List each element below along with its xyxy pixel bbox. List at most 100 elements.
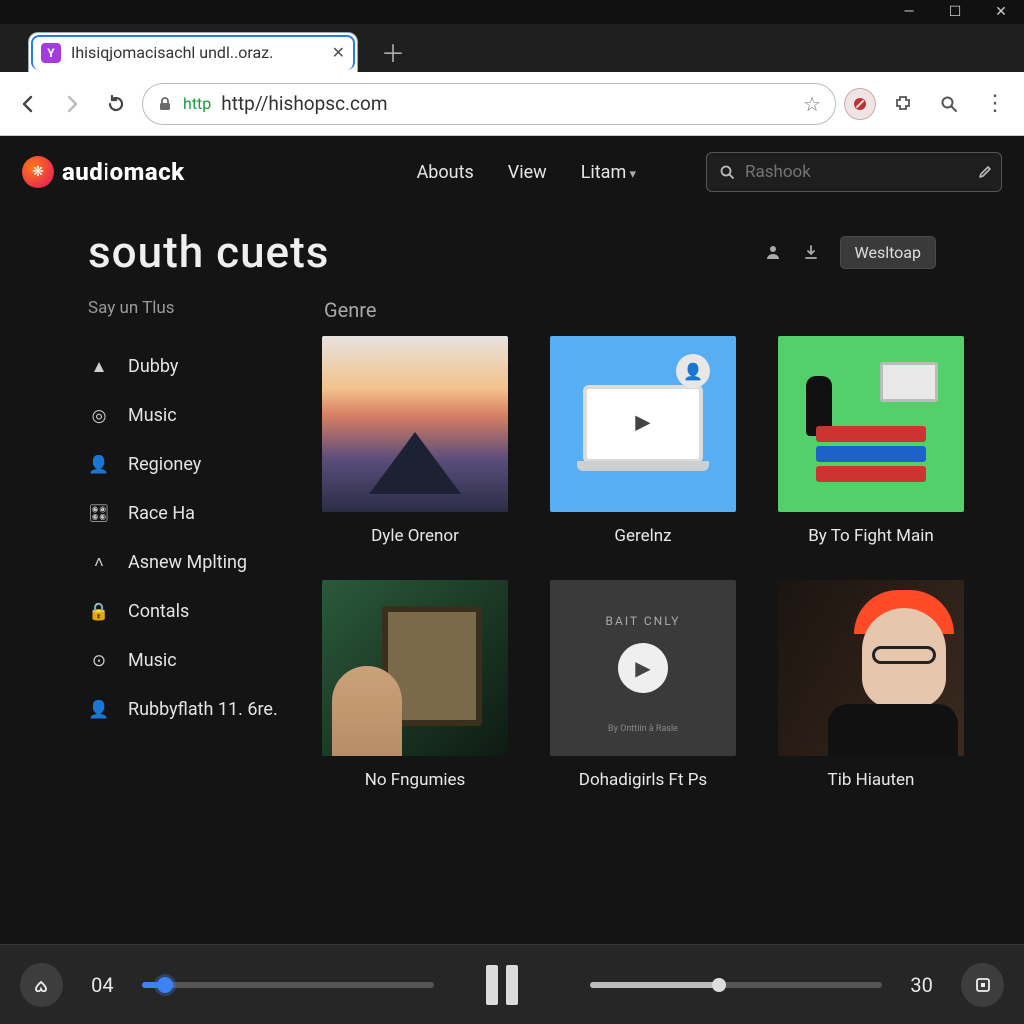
dot-circle-icon: ⊙: [88, 651, 110, 671]
page-actions: Wesltoap: [764, 236, 936, 269]
section-heading-genre: Genre: [324, 298, 1024, 322]
card-thumbnail: [322, 336, 508, 512]
card-dyle-orenor[interactable]: Dyle Orenor: [322, 336, 508, 546]
top-nav: Abouts View Litam: [417, 152, 1002, 192]
download-icon[interactable]: [802, 243, 820, 261]
nav-item-view[interactable]: View: [508, 162, 547, 183]
brand-logo[interactable]: ❋ audiomack: [22, 156, 185, 188]
card-caption: Gerelnz: [550, 526, 736, 546]
sidebar-item-music-1[interactable]: ◎ Music: [88, 391, 298, 440]
card-no-fngumies[interactable]: No Fngumies: [322, 580, 508, 790]
site-search[interactable]: [706, 152, 1002, 192]
url-input[interactable]: [221, 92, 793, 115]
toolbar-search-icon[interactable]: [930, 85, 968, 123]
person-icon: 👤: [88, 700, 110, 720]
play-icon[interactable]: ▶: [618, 397, 668, 447]
wesltoap-button[interactable]: Wesltoap: [840, 236, 936, 269]
card-caption: By To Fight Main: [778, 526, 964, 546]
sidebar-item-label: Music: [128, 650, 177, 671]
card-caption: Dyle Orenor: [322, 526, 508, 546]
sidebar-item-regioney[interactable]: 👤 Regioney: [88, 440, 298, 489]
nav-item-abouts[interactable]: Abouts: [417, 162, 474, 183]
chevron-up-icon: ˄: [88, 553, 110, 573]
player-queue-button[interactable]: [961, 963, 1004, 1007]
card-grid: Dyle Orenor 👤 ▶ Gerelnz By To Figh: [322, 336, 1024, 790]
sidebar-item-label: Rubbyflath 11. 6re.: [128, 699, 278, 720]
player-bar: 04 30: [0, 944, 1024, 1024]
window-maximize-button[interactable]: ☐: [932, 0, 978, 24]
window-minimize-button[interactable]: —: [886, 0, 932, 24]
user-icon[interactable]: [764, 243, 782, 261]
sidebar-item-dubby[interactable]: ▲ Dubby: [88, 342, 298, 391]
sidebar-item-label: Dubby: [128, 356, 178, 377]
lock-icon: 🔒: [88, 602, 110, 622]
window-titlebar: — ☐ ✕: [0, 0, 1024, 24]
sidebar-heading: Say un Tlus: [88, 298, 298, 318]
site-viewport: ❋ audiomack Abouts View Litam south cuet…: [0, 136, 1024, 944]
window-close-button[interactable]: ✕: [978, 0, 1024, 24]
tab-close-button[interactable]: ✕: [332, 43, 345, 62]
person-badge-icon: 👤: [676, 354, 710, 388]
browser-tab-active[interactable]: Y Ihisiqjomacisachl undl..oraz. ✕: [28, 32, 358, 72]
sidebar-item-label: Contals: [128, 601, 189, 622]
browser-tabstrip: Y Ihisiqjomacisachl undl..oraz. ✕ ＋: [0, 24, 1024, 72]
triangle-up-icon: ▲: [88, 357, 110, 377]
tab-title: Ihisiqjomacisachl undl..oraz.: [71, 43, 322, 62]
overlay-text-top: BAIT CNLY: [550, 614, 736, 628]
card-caption: Tib Hiauten: [778, 770, 964, 790]
sidebar: Say un Tlus ▲ Dubby ◎ Music 👤 Regioney 🎛…: [88, 294, 298, 790]
card-by-to-fight-main[interactable]: By To Fight Main: [778, 336, 964, 546]
brand-mark-icon: ❋: [22, 156, 54, 188]
sidebar-item-rubbyflath[interactable]: 👤 Rubbyflath 11. 6re.: [88, 685, 298, 734]
play-pause-button[interactable]: [474, 965, 530, 1005]
site-search-input[interactable]: [745, 162, 967, 182]
circle-icon: ◎: [88, 406, 110, 426]
sidebar-item-asnew[interactable]: ˄ Asnew Mplting: [88, 538, 298, 587]
browser-menu-button[interactable]: ⋮: [976, 85, 1014, 123]
card-caption: No Fngumies: [322, 770, 508, 790]
extension-icon[interactable]: [844, 88, 876, 120]
card-gerelnz[interactable]: 👤 ▶ Gerelnz: [550, 336, 736, 546]
card-thumbnail: 👤 ▶: [550, 336, 736, 512]
card-thumbnail: [778, 580, 964, 756]
lock-icon: [157, 96, 173, 112]
card-caption: Dohadigirls Ft Ps: [550, 770, 736, 790]
person-icon: 👤: [88, 455, 110, 475]
sidebar-item-race-ha[interactable]: 🎛 Race Ha: [88, 489, 298, 538]
address-bar[interactable]: http ☆: [142, 83, 836, 125]
card-tib-hiauten[interactable]: Tib Hiauten: [778, 580, 964, 790]
card-dohadigirls[interactable]: BAIT CNLY ▶ By Onttiin à Rasle Dohadigir…: [550, 580, 736, 790]
bookmark-star-icon[interactable]: ☆: [803, 92, 821, 116]
url-protocol: http: [183, 94, 211, 113]
sidebar-item-music-2[interactable]: ⊙ Music: [88, 636, 298, 685]
sidebar-item-contals[interactable]: 🔒 Contals: [88, 587, 298, 636]
page-title-row: south cuets Wesltoap: [0, 208, 1024, 288]
forward-button[interactable]: [54, 86, 90, 122]
brand-wordmark: audiomack: [62, 158, 185, 186]
new-tab-button[interactable]: ＋: [376, 34, 410, 68]
card-thumbnail: [322, 580, 508, 756]
card-thumbnail: BAIT CNLY ▶ By Onttiin à Rasle: [550, 580, 736, 756]
browser-toolbar: http ☆ ⋮: [0, 72, 1024, 136]
page-title: south cuets: [88, 226, 329, 278]
volume-slider[interactable]: [590, 982, 882, 988]
player-elapsed: 04: [83, 973, 122, 997]
seek-slider[interactable]: [142, 982, 434, 988]
tab-favicon: Y: [41, 43, 61, 63]
edit-icon[interactable]: [977, 164, 993, 180]
play-icon[interactable]: ▶: [618, 643, 668, 693]
overlay-text-bottom: By Onttiin à Rasle: [550, 724, 736, 734]
player-total: 30: [902, 973, 941, 997]
sidebar-item-label: Asnew Mplting: [128, 552, 247, 573]
controls-icon: 🎛: [88, 504, 110, 524]
search-icon: [719, 164, 735, 180]
extensions-button[interactable]: [884, 85, 922, 123]
sidebar-item-label: Regioney: [128, 454, 201, 475]
sidebar-item-label: Race Ha: [128, 503, 195, 524]
site-header: ❋ audiomack Abouts View Litam: [0, 136, 1024, 208]
reload-button[interactable]: [98, 86, 134, 122]
back-button[interactable]: [10, 86, 46, 122]
player-like-button[interactable]: [20, 963, 63, 1007]
sidebar-item-label: Music: [128, 405, 177, 426]
nav-item-litam[interactable]: Litam: [581, 162, 636, 183]
